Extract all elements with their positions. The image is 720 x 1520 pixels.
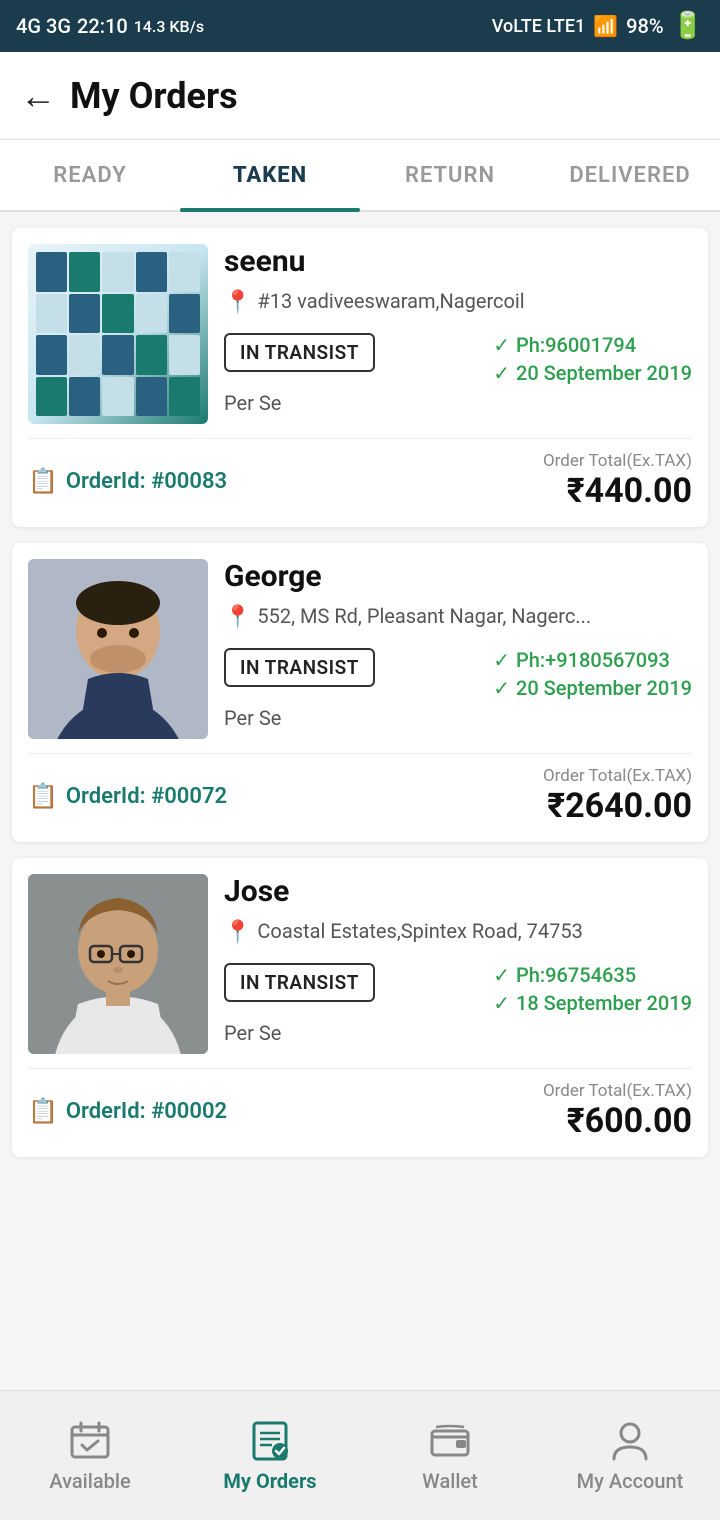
- date-meta: ✓ 20 September 2019: [493, 361, 692, 385]
- calendar-check-icon: [68, 1419, 112, 1463]
- order-total: Order Total(Ex.TAX) ₹440.00: [543, 451, 692, 511]
- order-top: Jose 📍 Coastal Estates,Spintex Road, 747…: [28, 874, 692, 1054]
- volte-label: VoLTE LTE1: [492, 16, 585, 37]
- customer-name: seenu: [224, 244, 692, 279]
- order-image: [28, 874, 208, 1054]
- customer-name: George: [224, 559, 692, 594]
- phone-meta: ✓ Ph:96001794: [493, 333, 636, 357]
- nav-wallet[interactable]: Wallet: [360, 1391, 540, 1520]
- order-total-amount: ₹600.00: [543, 1101, 692, 1141]
- order-id: 📋 OrderId: #00072: [28, 782, 227, 810]
- location-icon: 📍: [224, 603, 251, 634]
- order-total-amount: ₹2640.00: [543, 786, 692, 826]
- wallet-icon: [428, 1419, 472, 1463]
- network-label: 4G 3G: [16, 14, 71, 38]
- nav-myaccount[interactable]: My Account: [540, 1391, 720, 1520]
- person-icon: [608, 1419, 652, 1463]
- location-icon: 📍: [224, 918, 251, 949]
- check-icon-2: ✓: [493, 991, 510, 1015]
- tabs-bar: READY TAKEN RETURN DELIVERED: [0, 140, 720, 212]
- tab-return[interactable]: RETURN: [360, 140, 540, 210]
- header: ← My Orders: [0, 52, 720, 140]
- status-badge: IN TRANSIST: [224, 648, 375, 687]
- nav-myorders[interactable]: My Orders: [180, 1391, 360, 1520]
- nav-available[interactable]: Available: [0, 1391, 180, 1520]
- orders-icon: [248, 1419, 292, 1463]
- order-per-se: Per Se: [224, 706, 692, 730]
- order-id: 📋 OrderId: #00083: [28, 467, 227, 495]
- check-icon-2: ✓: [493, 361, 510, 385]
- nav-available-label: Available: [49, 1469, 130, 1493]
- phone-meta: ✓ Ph:+9180567093: [493, 648, 670, 672]
- order-status-row: IN TRANSIST ✓ Ph:+9180567093 ✓ 20 Septem…: [224, 648, 692, 700]
- tab-ready[interactable]: READY: [0, 140, 180, 210]
- order-id-icon: 📋: [28, 1097, 58, 1125]
- order-info: Jose 📍 Coastal Estates,Spintex Road, 747…: [224, 874, 692, 1054]
- check-icon: ✓: [493, 333, 510, 357]
- order-meta: ✓ Ph:96001794 ✓ 20 September 2019: [493, 333, 692, 385]
- phone-meta: ✓ Ph:96754635: [493, 963, 636, 987]
- order-info: George 📍 552, MS Rd, Pleasant Nagar, Nag…: [224, 559, 692, 739]
- check-icon: ✓: [493, 648, 510, 672]
- tab-delivered[interactable]: DELIVERED: [540, 140, 720, 210]
- order-address: 📍 552, MS Rd, Pleasant Nagar, Nagerc...: [224, 602, 692, 634]
- order-footer: 📋 OrderId: #00083 Order Total(Ex.TAX) ₹4…: [28, 438, 692, 511]
- status-badge: IN TRANSIST: [224, 963, 375, 1002]
- status-right: VoLTE LTE1 📶 98% 🔋: [492, 11, 704, 41]
- order-footer: 📋 OrderId: #00002 Order Total(Ex.TAX) ₹6…: [28, 1068, 692, 1141]
- customer-name: Jose: [224, 874, 692, 909]
- order-top: George 📍 552, MS Rd, Pleasant Nagar, Nag…: [28, 559, 692, 739]
- check-icon-2: ✓: [493, 676, 510, 700]
- nav-myaccount-label: My Account: [577, 1469, 684, 1493]
- check-icon: ✓: [493, 963, 510, 987]
- location-icon: 📍: [224, 288, 251, 319]
- order-id: 📋 OrderId: #00002: [28, 1097, 227, 1125]
- status-bar: 4G 3G 22:10 14.3 KB/s VoLTE LTE1 📶 98% 🔋: [0, 0, 720, 52]
- order-image: [28, 244, 208, 424]
- order-meta: ✓ Ph:+9180567093 ✓ 20 September 2019: [493, 648, 692, 700]
- order-footer: 📋 OrderId: #00072 Order Total(Ex.TAX) ₹2…: [28, 753, 692, 826]
- order-total-amount: ₹440.00: [543, 471, 692, 511]
- data-speed-label: 14.3 KB/s: [134, 17, 204, 36]
- wifi-icon: 📶: [593, 14, 618, 38]
- page-title: My Orders: [70, 75, 238, 117]
- order-meta: ✓ Ph:96754635 ✓ 18 September 2019: [493, 963, 692, 1015]
- bottom-nav: Available My Orders Wallet My Account: [0, 1390, 720, 1520]
- orders-list: seenu 📍 #13 vadiveeswaram,Nagercoil IN T…: [0, 212, 720, 1312]
- order-total-label: Order Total(Ex.TAX): [543, 451, 692, 471]
- order-total: Order Total(Ex.TAX) ₹2640.00: [543, 766, 692, 826]
- order-total: Order Total(Ex.TAX) ₹600.00: [543, 1081, 692, 1141]
- order-total-label: Order Total(Ex.TAX): [543, 1081, 692, 1101]
- order-per-se: Per Se: [224, 1021, 692, 1045]
- back-button[interactable]: ←: [20, 75, 56, 117]
- order-id-icon: 📋: [28, 467, 58, 495]
- date-meta: ✓ 18 September 2019: [493, 991, 692, 1015]
- order-card[interactable]: seenu 📍 #13 vadiveeswaram,Nagercoil IN T…: [12, 228, 708, 527]
- tab-taken[interactable]: TAKEN: [180, 140, 360, 210]
- battery-label: 98%: [626, 14, 663, 38]
- order-status-row: IN TRANSIST ✓ Ph:96001794 ✓ 20 September…: [224, 333, 692, 385]
- nav-myorders-label: My Orders: [223, 1469, 316, 1493]
- order-card[interactable]: Jose 📍 Coastal Estates,Spintex Road, 747…: [12, 858, 708, 1157]
- order-image: [28, 559, 208, 739]
- order-top: seenu 📍 #13 vadiveeswaram,Nagercoil IN T…: [28, 244, 692, 424]
- order-address: 📍 #13 vadiveeswaram,Nagercoil: [224, 287, 692, 319]
- order-card[interactable]: George 📍 552, MS Rd, Pleasant Nagar, Nag…: [12, 543, 708, 842]
- order-total-label: Order Total(Ex.TAX): [543, 766, 692, 786]
- order-per-se: Per Se: [224, 391, 692, 415]
- order-info: seenu 📍 #13 vadiveeswaram,Nagercoil IN T…: [224, 244, 692, 424]
- status-badge: IN TRANSIST: [224, 333, 375, 372]
- date-meta: ✓ 20 September 2019: [493, 676, 692, 700]
- status-left: 4G 3G 22:10 14.3 KB/s: [16, 14, 204, 38]
- order-address: 📍 Coastal Estates,Spintex Road, 74753: [224, 917, 692, 949]
- time-label: 22:10: [77, 14, 128, 38]
- order-status-row: IN TRANSIST ✓ Ph:96754635 ✓ 18 September…: [224, 963, 692, 1015]
- order-id-icon: 📋: [28, 782, 58, 810]
- nav-wallet-label: Wallet: [422, 1469, 478, 1493]
- battery-icon: 🔋: [672, 11, 704, 41]
